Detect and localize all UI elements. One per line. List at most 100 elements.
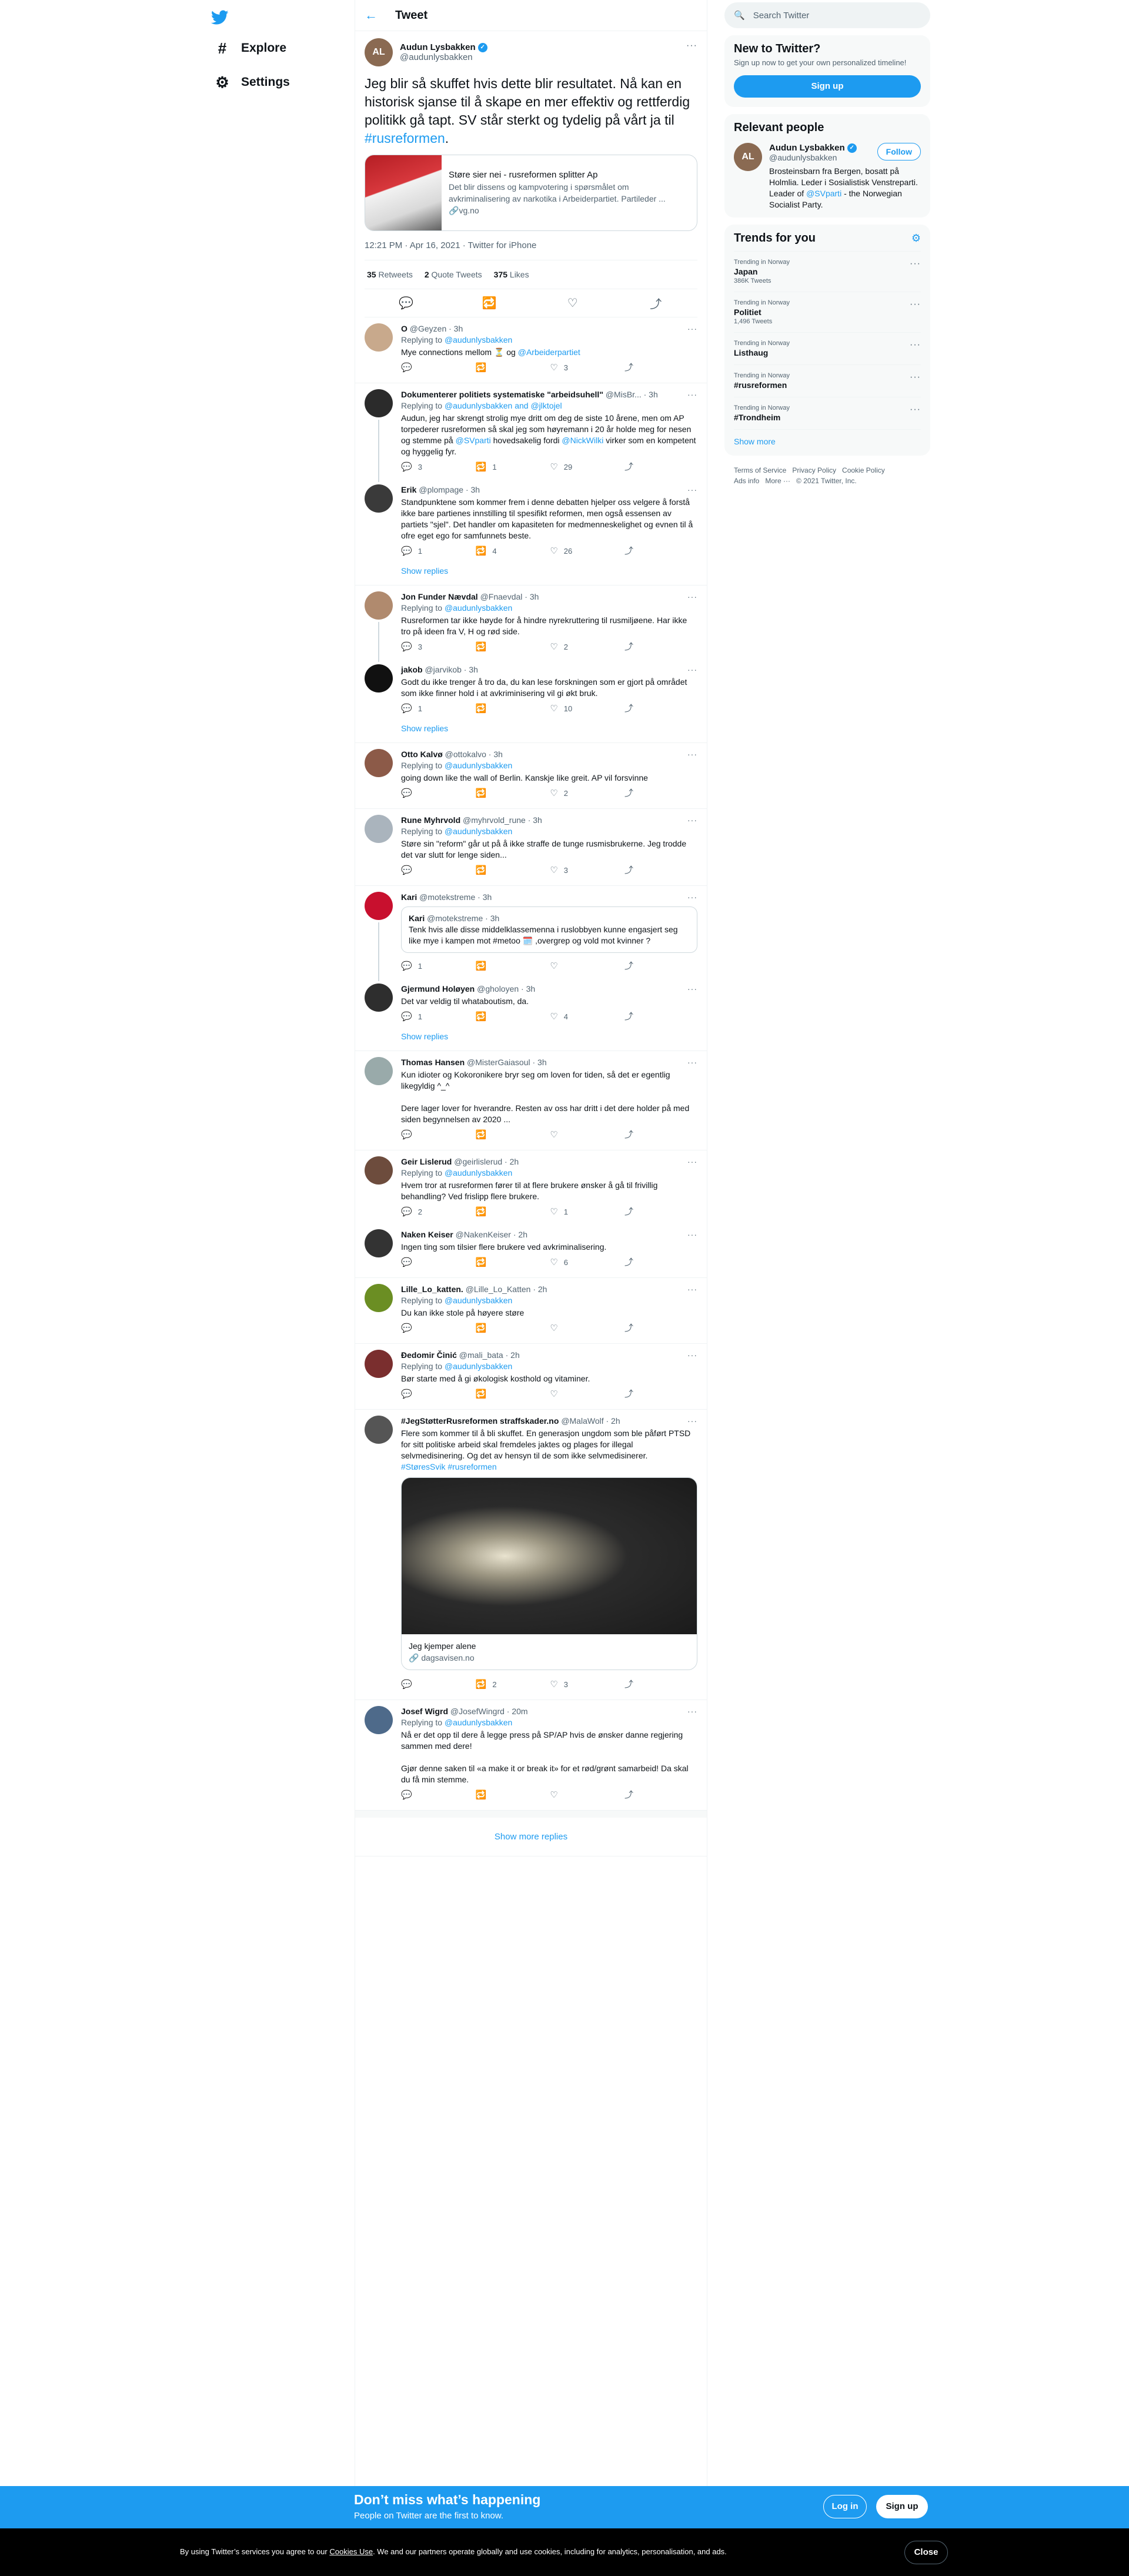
reply-author-name[interactable]: O: [401, 324, 407, 333]
reply-author-handle[interactable]: @MisBr... · 3h: [606, 390, 658, 399]
reply-author-name[interactable]: Otto Kalvø: [401, 750, 443, 759]
hashtag-link[interactable]: #rusreformen: [365, 131, 445, 146]
share-button[interactable]: ⤴: [624, 546, 660, 557]
replying-to-link[interactable]: @audunlysbakken: [445, 335, 512, 344]
retweet-button[interactable]: 🔁: [476, 1257, 511, 1268]
quotes-stat[interactable]: 2 Quote Tweets: [425, 270, 482, 279]
retweet-button[interactable]: 🔁: [476, 1129, 511, 1140]
replying-to-link[interactable]: @audunlysbakken: [445, 603, 512, 613]
like-button[interactable]: ♡ 6: [550, 1257, 585, 1268]
reply-tweet[interactable]: ··· Otto Kalvø @ottokalvo · 3h Replying to…: [355, 743, 707, 802]
retweet-button[interactable]: 🔁: [476, 1011, 511, 1022]
like-button[interactable]: ♡: [550, 1789, 585, 1801]
more-options-icon[interactable]: ···: [910, 259, 921, 269]
footer-link[interactable]: Cookie Policy: [842, 466, 885, 474]
retweet-button[interactable]: 🔁: [476, 1206, 511, 1217]
trend-item[interactable]: Trending in Norway #Trondheim ···: [734, 397, 921, 429]
avatar[interactable]: [365, 983, 393, 1012]
avatar[interactable]: [365, 1706, 393, 1734]
reply-author-name[interactable]: Jon Funder Nævdal: [401, 592, 478, 601]
avatar[interactable]: [365, 664, 393, 692]
replying-to-link[interactable]: @audunlysbakken: [445, 1168, 512, 1177]
tweet-timestamp[interactable]: 12:21 PM · Apr 16, 2021 · Twitter for iP…: [365, 240, 697, 250]
retweet-button[interactable]: 🔁: [476, 1789, 511, 1801]
reply-button[interactable]: 💬: [401, 1679, 436, 1690]
reply-author-handle[interactable]: @gholoyen · 3h: [477, 984, 535, 993]
reply-author-handle[interactable]: @Fnaevdal · 3h: [480, 592, 539, 601]
more-options-icon[interactable]: ···: [910, 299, 921, 310]
more-options-icon[interactable]: ···: [687, 1416, 697, 1427]
trend-item[interactable]: Trending in Norway Politiet 1,496 Tweets ··…: [734, 292, 921, 332]
avatar[interactable]: [365, 1156, 393, 1185]
share-button[interactable]: ⤴: [624, 703, 660, 714]
trend-item[interactable]: Trending in Norway Japan 386K Tweets ···: [734, 251, 921, 292]
more-options-icon[interactable]: ···: [687, 1350, 697, 1361]
avatar[interactable]: [365, 1284, 393, 1312]
replying-to-link[interactable]: @audunlysbakken: [445, 1296, 512, 1305]
likes-stat[interactable]: 375 Likes: [494, 270, 529, 279]
footer-link[interactable]: Privacy Policy: [792, 466, 836, 474]
more-options-icon[interactable]: ···: [687, 1057, 697, 1068]
cookies-use-link[interactable]: Cookies Use: [329, 2547, 373, 2556]
more-options-icon[interactable]: ···: [686, 41, 697, 51]
reply-author-name[interactable]: Kari: [401, 892, 417, 902]
share-button[interactable]: ⤴: [624, 1206, 660, 1217]
back-arrow-icon[interactable]: ←: [365, 8, 378, 23]
avatar[interactable]: [365, 1057, 393, 1085]
avatar[interactable]: AL: [365, 38, 393, 66]
reply-author-handle[interactable]: @Lille_Lo_Katten · 2h: [466, 1284, 547, 1294]
retweet-button[interactable]: 🔁: [476, 961, 511, 972]
reply-author-name[interactable]: Lille_Lo_katten.: [401, 1284, 463, 1294]
share-icon[interactable]: ⤴: [644, 295, 667, 312]
reply-author-name[interactable]: jakob: [401, 665, 423, 674]
cookie-close-button[interactable]: Close: [904, 2541, 948, 2564]
more-options-icon[interactable]: ···: [687, 1229, 697, 1240]
like-button[interactable]: ♡: [550, 1129, 585, 1140]
more-options-icon[interactable]: ···: [687, 484, 697, 496]
show-replies-link[interactable]: Show replies: [355, 720, 707, 743]
reply-button[interactable]: 💬: [401, 865, 436, 876]
link-card[interactable]: Støre sier nei - rusreformen splitter Ap…: [365, 155, 697, 231]
reply-author-name[interactable]: Naken Keiser: [401, 1230, 453, 1239]
more-options-icon[interactable]: ···: [687, 1284, 697, 1295]
show-more-trends-link[interactable]: Show more: [734, 429, 921, 453]
reply-button[interactable]: 💬: [401, 1789, 436, 1801]
trend-item[interactable]: Trending in Norway #rusreformen ···: [734, 364, 921, 397]
like-button[interactable]: ♡ 10: [550, 703, 585, 714]
like-button[interactable]: ♡: [550, 1389, 585, 1400]
reply-author-name[interactable]: #JegStøtterRusreformen straffskader.no: [401, 1416, 559, 1426]
follow-button[interactable]: Follow: [877, 143, 921, 160]
retweets-stat[interactable]: 35 Retweets: [367, 270, 413, 279]
reply-tweet[interactable]: ··· Naken Keiser @NakenKeiser · 2h Ingen t…: [355, 1223, 707, 1272]
reply-tweet[interactable]: ··· O @Geyzen · 3h Replying to @audunlysba…: [355, 317, 707, 377]
trend-item[interactable]: Trending in Norway Listhaug ···: [734, 332, 921, 364]
avatar[interactable]: [365, 591, 393, 620]
reply-text-link-2[interactable]: @NickWilki: [562, 436, 603, 445]
reply-button[interactable]: 💬: [401, 788, 436, 799]
reply-button[interactable]: 💬: [401, 362, 436, 373]
reply-tweet[interactable]: ··· Thomas Hansen @MisterGaiasoul · 3h Kun…: [355, 1051, 707, 1144]
retweet-button[interactable]: 🔁: [476, 788, 511, 799]
rp-bio-link[interactable]: @SVparti: [806, 189, 841, 198]
avatar[interactable]: [365, 1416, 393, 1444]
replying-to-link[interactable]: @audunlysbakken: [445, 761, 512, 770]
like-button[interactable]: ♡ 2: [550, 641, 585, 653]
share-button[interactable]: ⤴: [624, 362, 660, 373]
share-button[interactable]: ⤴: [624, 1323, 660, 1334]
author-name[interactable]: Audun Lysbakken: [400, 42, 476, 52]
media-card[interactable]: Jeg kjemper alene 🔗 dagsavisen.no: [401, 1477, 697, 1670]
share-button[interactable]: ⤴: [624, 1129, 660, 1140]
reply-button[interactable]: 💬 1: [401, 546, 436, 557]
replying-to-link[interactable]: @audunlysbakken and @jlktojel: [445, 401, 562, 410]
reply-tweet[interactable]: ··· Erik @plompage · 3h Standpunktene som …: [355, 479, 707, 560]
retweet-button[interactable]: 🔁 2: [476, 1679, 511, 1690]
retweet-button[interactable]: 🔁: [476, 362, 511, 373]
share-button[interactable]: ⤴: [624, 1257, 660, 1268]
reply-tweet[interactable]: ··· Kari @motekstreme · 3h Kari @motekstre…: [355, 886, 707, 981]
share-button[interactable]: ⤴: [624, 641, 660, 653]
reply-tweet[interactable]: ··· jakob @jarvikob · 3h Godt du ikke tren…: [355, 658, 707, 718]
like-button[interactable]: ♡ 4: [550, 1011, 585, 1022]
replying-to-link[interactable]: @audunlysbakken: [445, 1361, 512, 1371]
avatar[interactable]: [365, 389, 393, 417]
author-handle[interactable]: @audunlysbakken: [400, 52, 487, 62]
